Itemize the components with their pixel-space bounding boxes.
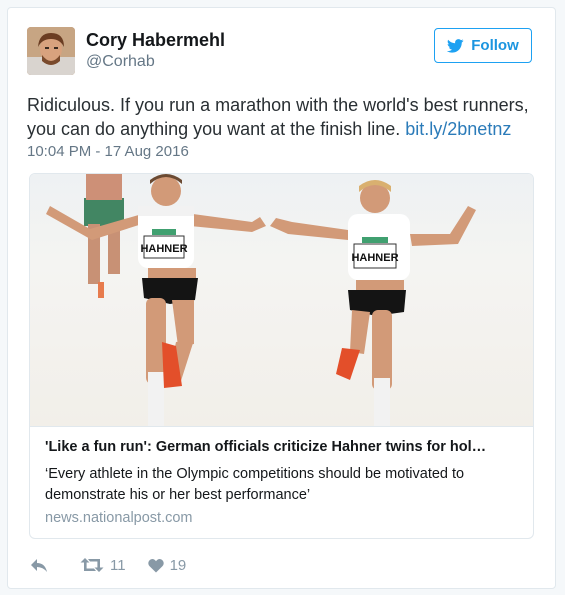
card-info[interactable]: 'Like a fun run': German officials criti…: [30, 426, 533, 538]
tweet-actions: 11 19: [30, 554, 186, 576]
follow-button[interactable]: Follow: [434, 28, 532, 63]
retweet-button[interactable]: 11: [80, 557, 126, 574]
heart-icon: [147, 558, 164, 572]
user-name[interactable]: Cory Habermehl: [86, 30, 225, 51]
tweet-text: Ridiculous. If you run a marathon with t…: [27, 93, 537, 141]
tweet-timestamp[interactable]: 10:04 PM - 17 Aug 2016: [27, 143, 189, 160]
bib-left: HAHNER: [140, 243, 187, 255]
media-image[interactable]: HAHNER HAHNER: [30, 174, 533, 426]
like-count: 19: [169, 556, 187, 574]
tweet-link[interactable]: bit.ly/2bnetnz: [405, 119, 511, 139]
media-card[interactable]: HAHNER HAHNER 'Like a fun run': German o…: [29, 173, 534, 539]
bib-right: HAHNER: [351, 252, 398, 264]
retweet-count: 11: [110, 556, 126, 574]
card-title[interactable]: 'Like a fun run': German officials criti…: [45, 439, 520, 455]
follow-label: Follow: [471, 37, 519, 54]
retweet-icon: [80, 558, 104, 572]
twitter-bird-icon: [447, 38, 464, 53]
avatar[interactable]: [27, 27, 75, 75]
avatar-image: [27, 27, 75, 75]
reply-button[interactable]: [30, 557, 48, 573]
card-domain: news.nationalpost.com: [45, 510, 193, 526]
user-handle[interactable]: @Corhab: [86, 53, 155, 71]
tweet-card: Cory Habermehl @Corhab Follow Ridiculous…: [7, 7, 556, 589]
reply-icon: [31, 559, 47, 572]
card-description: ‘Every athlete in the Olympic competitio…: [45, 466, 465, 503]
like-button[interactable]: 19: [147, 556, 187, 574]
